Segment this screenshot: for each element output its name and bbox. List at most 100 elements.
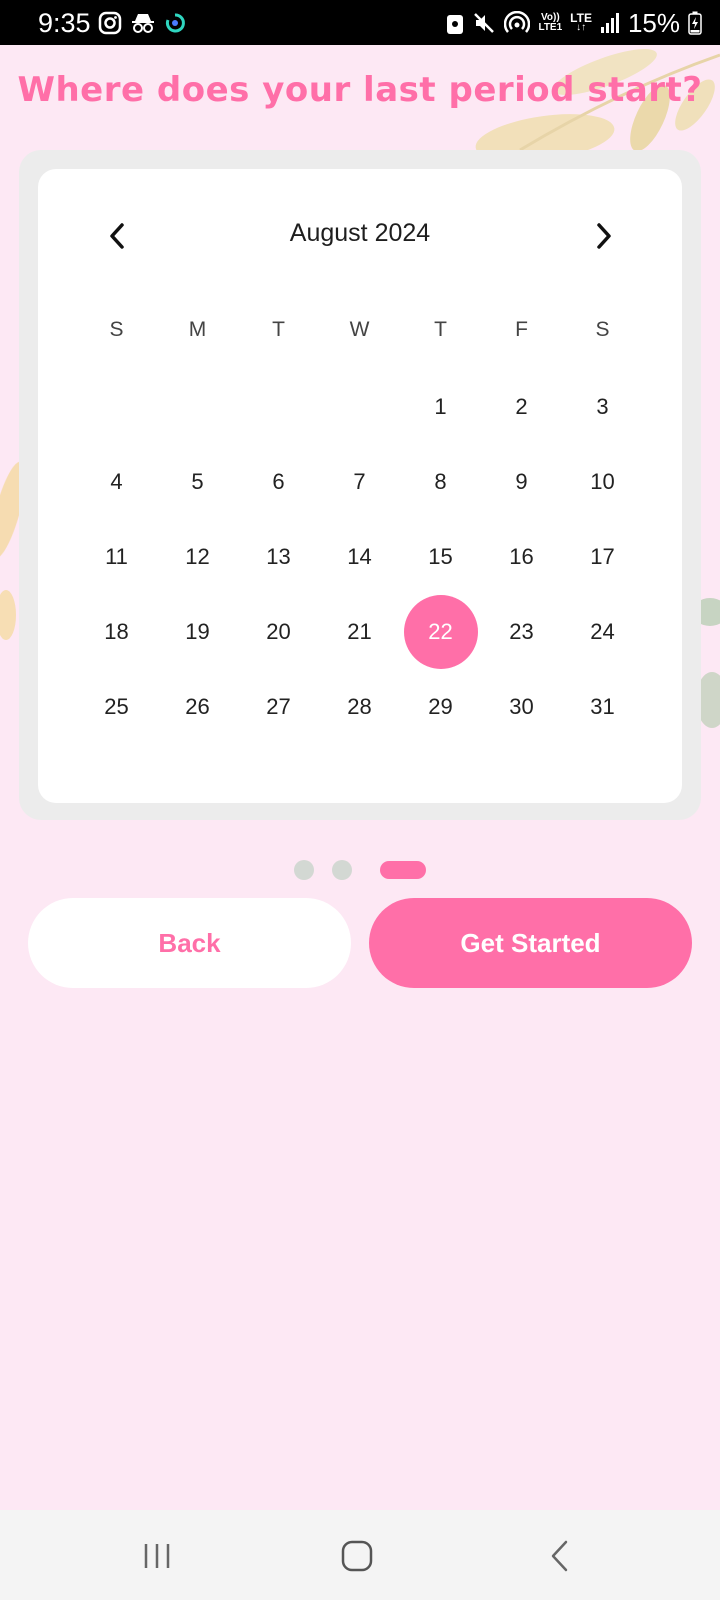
calendar-day-label: 10 bbox=[590, 468, 615, 494]
calendar-day-label: 30 bbox=[509, 693, 534, 719]
battery-percent: 15% bbox=[627, 8, 680, 38]
calendar-day[interactable]: 27 bbox=[238, 669, 319, 744]
calendar-day[interactable]: 12 bbox=[157, 519, 238, 594]
calendar-day-label: 9 bbox=[515, 468, 528, 494]
calendar-day[interactable]: 25 bbox=[76, 669, 157, 744]
volte-bottom-label: LTE1 bbox=[538, 22, 563, 33]
page-dot-active bbox=[380, 861, 426, 879]
calendar-day[interactable]: 23 bbox=[481, 594, 562, 669]
calendar-day-label: 16 bbox=[509, 543, 534, 569]
calendar-day-label: 18 bbox=[104, 618, 129, 644]
page-dot bbox=[294, 860, 314, 880]
get-started-button[interactable]: Get Started bbox=[369, 898, 692, 988]
calendar-day-empty bbox=[76, 369, 157, 444]
recent-apps-icon bbox=[144, 1544, 170, 1568]
back-nav-button[interactable] bbox=[530, 1532, 590, 1580]
calendar-day-label: 22 bbox=[428, 618, 453, 644]
calendar-day-label: 14 bbox=[347, 543, 372, 569]
weekday-label: T bbox=[434, 318, 447, 341]
weekday-label: F bbox=[515, 318, 528, 341]
lte-icon: LTE ↓↑ bbox=[570, 12, 592, 33]
calendar-day[interactable]: 30 bbox=[481, 669, 562, 744]
calendar-day[interactable]: 19 bbox=[157, 594, 238, 669]
calendar-day[interactable]: 26 bbox=[157, 669, 238, 744]
calendar-card: August 2024 S M T W T F S 1 2 3 4 5 6 7 8 9 10 11 1… bbox=[38, 169, 682, 803]
calendar-day-label: 4 bbox=[110, 468, 123, 494]
home-button[interactable] bbox=[327, 1532, 387, 1580]
calendar-day-label: 8 bbox=[434, 468, 447, 494]
calendar-day[interactable]: 24 bbox=[562, 594, 643, 669]
calendar-day-label: 29 bbox=[428, 693, 453, 719]
calendar-day-label: 26 bbox=[185, 693, 210, 719]
calendar-day-empty bbox=[238, 369, 319, 444]
calendar-day-label: 21 bbox=[347, 618, 372, 644]
calendar-day-label: 6 bbox=[272, 468, 285, 494]
volte-icon: Vo)) LTE1 bbox=[538, 13, 562, 33]
app-screen: 9:35 Vo)) LTE1 LTE ↓↑ 15% Where does you… bbox=[0, 0, 720, 1600]
home-icon bbox=[341, 1540, 373, 1572]
screenshot-lock-icon bbox=[447, 15, 464, 34]
recent-apps-button[interactable] bbox=[127, 1532, 187, 1580]
status-left-icons bbox=[98, 10, 186, 36]
calendar-day-label: 12 bbox=[185, 543, 210, 569]
back-arrow-icon bbox=[551, 1540, 568, 1572]
sync-icon bbox=[165, 13, 185, 33]
calendar-day-label: 3 bbox=[596, 393, 609, 419]
calendar-day-empty bbox=[157, 369, 238, 444]
calendar-day[interactable]: 6 bbox=[238, 444, 319, 519]
calendar-day[interactable]: 20 bbox=[238, 594, 319, 669]
status-right-icons: Vo)) LTE1 LTE ↓↑ 15% bbox=[446, 8, 702, 38]
calendar-day[interactable]: 8 bbox=[400, 444, 481, 519]
chevron-right-icon bbox=[597, 223, 611, 249]
calendar-day[interactable]: 31 bbox=[562, 669, 643, 744]
calendar-day-label: 27 bbox=[266, 693, 291, 719]
page-title: Where does your last period start? bbox=[17, 70, 703, 110]
calendar-day[interactable]: 17 bbox=[562, 519, 643, 594]
weekday-row: S M T W T F S bbox=[76, 318, 643, 342]
system-nav-bar bbox=[0, 1510, 720, 1600]
calendar-day[interactable]: 28 bbox=[319, 669, 400, 744]
calendar-day-label: 2 bbox=[515, 393, 528, 419]
calendar-day-label: 17 bbox=[590, 543, 615, 569]
calendar-day[interactable]: 1 bbox=[400, 369, 481, 444]
calendar-day[interactable]: 5 bbox=[157, 444, 238, 519]
calendar-day[interactable]: 15 bbox=[400, 519, 481, 594]
calendar-day[interactable]: 10 bbox=[562, 444, 643, 519]
signal-icon bbox=[600, 13, 619, 33]
calendar-day[interactable]: 11 bbox=[76, 519, 157, 594]
calendar-days-grid: 1 2 3 4 5 6 7 8 9 10 11 12 13 14 15 16 17 18 19 20 21 22 23 24 2… bbox=[76, 369, 643, 744]
calendar-day[interactable]: 29 bbox=[400, 669, 481, 744]
calendar-day[interactable]: 7 bbox=[319, 444, 400, 519]
status-bar: 9:35 Vo)) LTE1 LTE ↓↑ 15% bbox=[0, 0, 720, 45]
mute-icon bbox=[474, 13, 495, 33]
calendar-day[interactable]: 14 bbox=[319, 519, 400, 594]
calendar-day-label: 13 bbox=[266, 543, 291, 569]
calendar-day[interactable]: 18 bbox=[76, 594, 157, 669]
status-time: 9:35 bbox=[38, 8, 91, 38]
hotspot-icon bbox=[504, 11, 531, 33]
calendar-day-label: 5 bbox=[191, 468, 204, 494]
calendar-day[interactable]: 16 bbox=[481, 519, 562, 594]
calendar-day[interactable]: 9 bbox=[481, 444, 562, 519]
calendar-day-label: 28 bbox=[347, 693, 372, 719]
calendar-day-selected[interactable]: 22 bbox=[400, 594, 481, 669]
page-dot bbox=[332, 860, 352, 880]
calendar-day[interactable]: 2 bbox=[481, 369, 562, 444]
calendar-day[interactable]: 3 bbox=[562, 369, 643, 444]
calendar-day[interactable]: 21 bbox=[319, 594, 400, 669]
instagram-icon bbox=[98, 11, 122, 35]
calendar-day[interactable]: 4 bbox=[76, 444, 157, 519]
calendar-day[interactable]: 13 bbox=[238, 519, 319, 594]
calendar-day-label: 23 bbox=[509, 618, 534, 644]
weekday-label: M bbox=[188, 318, 207, 341]
weekday-label: S bbox=[595, 318, 610, 341]
calendar-frame: August 2024 S M T W T F S 1 2 3 4 5 6 7 8 9 10 11 1… bbox=[19, 150, 701, 820]
calendar-day-label: 15 bbox=[428, 543, 453, 569]
calendar-day-label: 11 bbox=[105, 543, 128, 569]
battery-charging-icon bbox=[688, 11, 702, 35]
calendar-day-label: 1 bbox=[434, 393, 447, 419]
calendar-day-label: 20 bbox=[266, 618, 291, 644]
next-month-button[interactable] bbox=[579, 211, 629, 261]
weekday-label: S bbox=[109, 318, 124, 341]
back-button[interactable]: Back bbox=[28, 898, 351, 988]
